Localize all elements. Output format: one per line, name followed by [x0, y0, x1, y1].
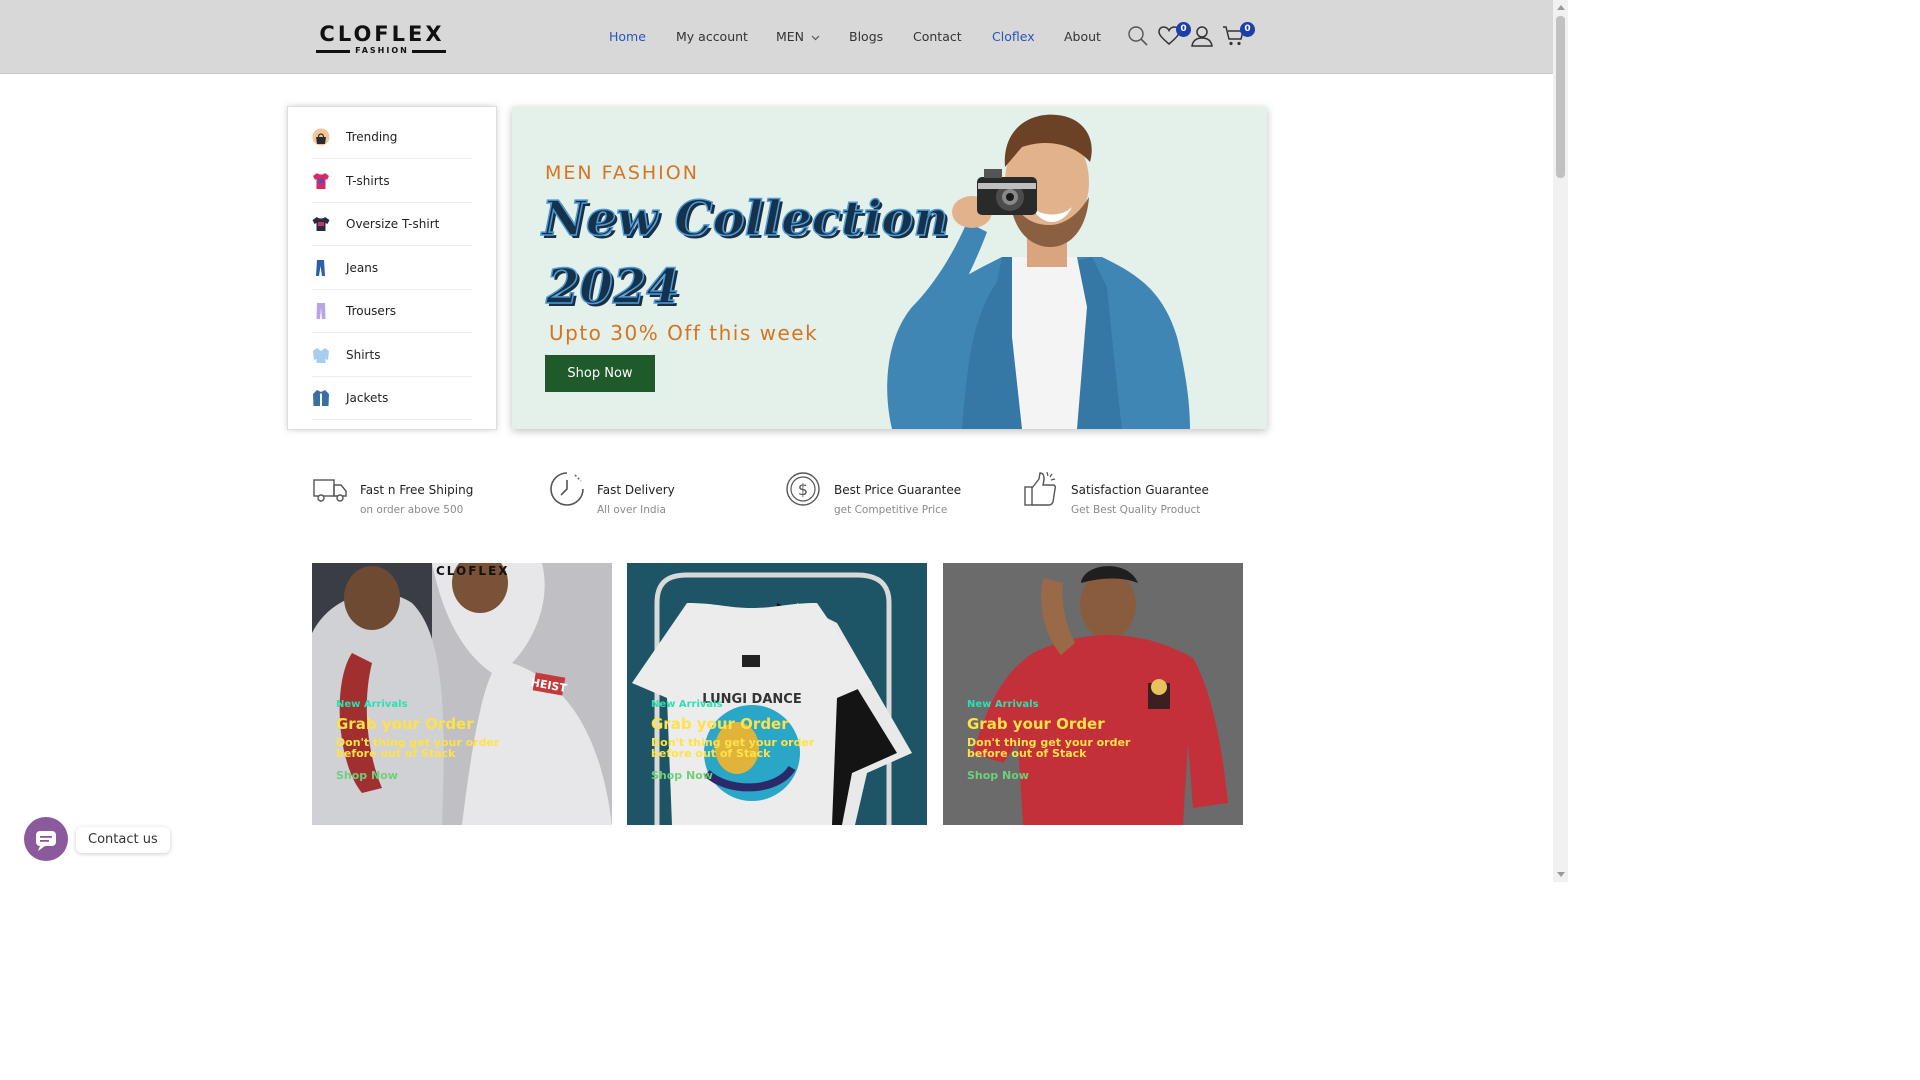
- hero-shop-now-button[interactable]: Shop Now: [545, 355, 655, 392]
- category-item-trending[interactable]: Trending: [312, 115, 472, 159]
- feature-title: Fast n Free Shiping: [360, 483, 474, 497]
- brand-logo[interactable]: CLOFLEX FASHION: [316, 22, 448, 58]
- tshirt-icon: [313, 173, 329, 189]
- hero-banner: MEN FASHION New Collection 2024 Upto 30%…: [512, 107, 1267, 429]
- nav-cloflex[interactable]: Cloflex: [992, 28, 1035, 46]
- category-item-trousers[interactable]: Trousers: [312, 289, 472, 333]
- promo-description: Don't thing get your order before out of…: [967, 736, 1131, 760]
- trousers-icon: [316, 303, 326, 319]
- category-label: Oversize T-shirt: [346, 217, 440, 231]
- hero-offer: Upto 30% Off this week: [549, 321, 819, 345]
- logo-bar-right: [412, 50, 446, 53]
- jeans-icon: [316, 260, 325, 276]
- promo-shop-now-link[interactable]: Shop Now: [336, 769, 398, 782]
- truck-icon: [313, 479, 347, 502]
- promo-description: Don't thing get your order before out of…: [336, 736, 500, 760]
- category-item-oversize-tshirt[interactable]: Oversize T-shirt: [312, 202, 472, 246]
- site-header: CLOFLEX FASHION Home My account MEN Blog…: [0, 0, 1553, 74]
- nav-blogs[interactable]: Blogs: [849, 28, 883, 46]
- promo-tag: New Arrivals: [651, 699, 723, 710]
- promo-shop-now-link[interactable]: Shop Now: [651, 769, 713, 782]
- nav-home[interactable]: Home: [609, 28, 646, 46]
- shirt-icon: [313, 348, 329, 363]
- nav-men-label: MEN: [776, 29, 805, 44]
- promo-image: HEIST CLOFLEX: [312, 563, 612, 825]
- promo-tag: New Arrivals: [967, 699, 1039, 710]
- hero-eyebrow: MEN FASHION: [545, 162, 699, 184]
- dollar-icon: $: [786, 472, 820, 506]
- promo-shop-now-link[interactable]: Shop Now: [967, 769, 1029, 782]
- promo-card[interactable]: New Arrivals Grab your Order Don't thing…: [943, 563, 1243, 825]
- jacket-icon: [313, 390, 329, 406]
- feature-subtitle: Get Best Quality Product: [1071, 504, 1201, 516]
- user-icon[interactable]: [1190, 24, 1214, 48]
- search-icon[interactable]: [1126, 24, 1150, 48]
- category-label: Trending: [346, 130, 398, 144]
- bag-icon: [312, 128, 330, 146]
- contact-widget-button[interactable]: [24, 817, 68, 861]
- chat-icon: [36, 831, 56, 851]
- contact-widget-label[interactable]: Contact us: [76, 827, 170, 853]
- nav-about[interactable]: About: [1064, 28, 1101, 46]
- oversize-tshirt-icon: [312, 217, 330, 231]
- promo-tag: New Arrivals: [336, 699, 408, 710]
- promo-card[interactable]: HEIST CLOFLEX New Arrivals Grab your Ord…: [312, 563, 612, 825]
- category-item-jackets[interactable]: Jackets: [312, 376, 472, 420]
- promo-heading: Grab your Order: [651, 715, 789, 733]
- category-item-shirts[interactable]: Shirts: [312, 333, 472, 377]
- clock-icon: [550, 472, 584, 506]
- category-menu: Trending T-shirts Oversize T-shirt Jeans…: [287, 106, 497, 430]
- promo-heading: Grab your Order: [336, 715, 474, 733]
- promo-watermark: CLOFLEX: [436, 564, 510, 578]
- category-label: Jackets: [346, 391, 389, 405]
- category-label: T-shirts: [346, 174, 390, 188]
- nav-contact[interactable]: Contact: [913, 28, 962, 46]
- hero-model-image: [887, 114, 1190, 429]
- scroll-down-arrow-icon[interactable]: [1557, 872, 1565, 877]
- promo-image: LUNGI DANCE: [627, 563, 927, 825]
- scrollbar-thumb[interactable]: [1556, 16, 1565, 178]
- nav-my-account[interactable]: My account: [676, 28, 748, 46]
- thumbs-up-icon: [1024, 471, 1057, 506]
- brand-name: CLOFLEX: [319, 22, 445, 46]
- page-scrollbar[interactable]: [1553, 0, 1568, 882]
- feature-subtitle: All over India: [597, 504, 666, 516]
- category-label: Shirts: [346, 348, 381, 362]
- wishlist-count-badge: 0: [1176, 22, 1191, 37]
- cart-count-badge: 0: [1240, 22, 1255, 37]
- category-item-tshirts[interactable]: T-shirts: [312, 159, 472, 203]
- svg-text:$: $: [798, 480, 808, 499]
- scroll-up-arrow-icon[interactable]: [1557, 5, 1565, 10]
- feature-subtitle: on order above 500: [360, 504, 464, 516]
- category-item-jeans[interactable]: Jeans: [312, 246, 472, 290]
- feature-title: Satisfaction Guarantee: [1071, 483, 1209, 497]
- feature-satisfaction: Satisfaction Guarantee Get Best Quality …: [1023, 471, 1253, 521]
- promo-heading: Grab your Order: [967, 715, 1105, 733]
- category-label: Trousers: [346, 304, 397, 318]
- feature-title: Fast Delivery: [597, 483, 675, 497]
- feature-free-shipping: Fast n Free Shiping on order above 500: [312, 471, 542, 521]
- page: CLOFLEX FASHION Home My account MEN Blog…: [0, 0, 1553, 882]
- promo-image: [943, 563, 1243, 825]
- promo-description: Don't thing get your order before out of…: [651, 736, 815, 760]
- promo-card[interactable]: LUNGI DANCE New Arrivals Grab your Order…: [627, 563, 927, 825]
- hero-title-line2: 2024: [545, 258, 680, 316]
- feature-fast-delivery: Fast Delivery All over India: [549, 471, 779, 521]
- feature-title: Best Price Guarantee: [834, 483, 962, 497]
- feature-subtitle: get Competitive Price: [834, 504, 948, 516]
- feature-best-price: $ Best Price Guarantee get Competitive P…: [786, 471, 1016, 521]
- nav-men[interactable]: MEN: [776, 28, 820, 46]
- chevron-down-icon: [811, 35, 820, 40]
- category-label: Jeans: [346, 261, 379, 275]
